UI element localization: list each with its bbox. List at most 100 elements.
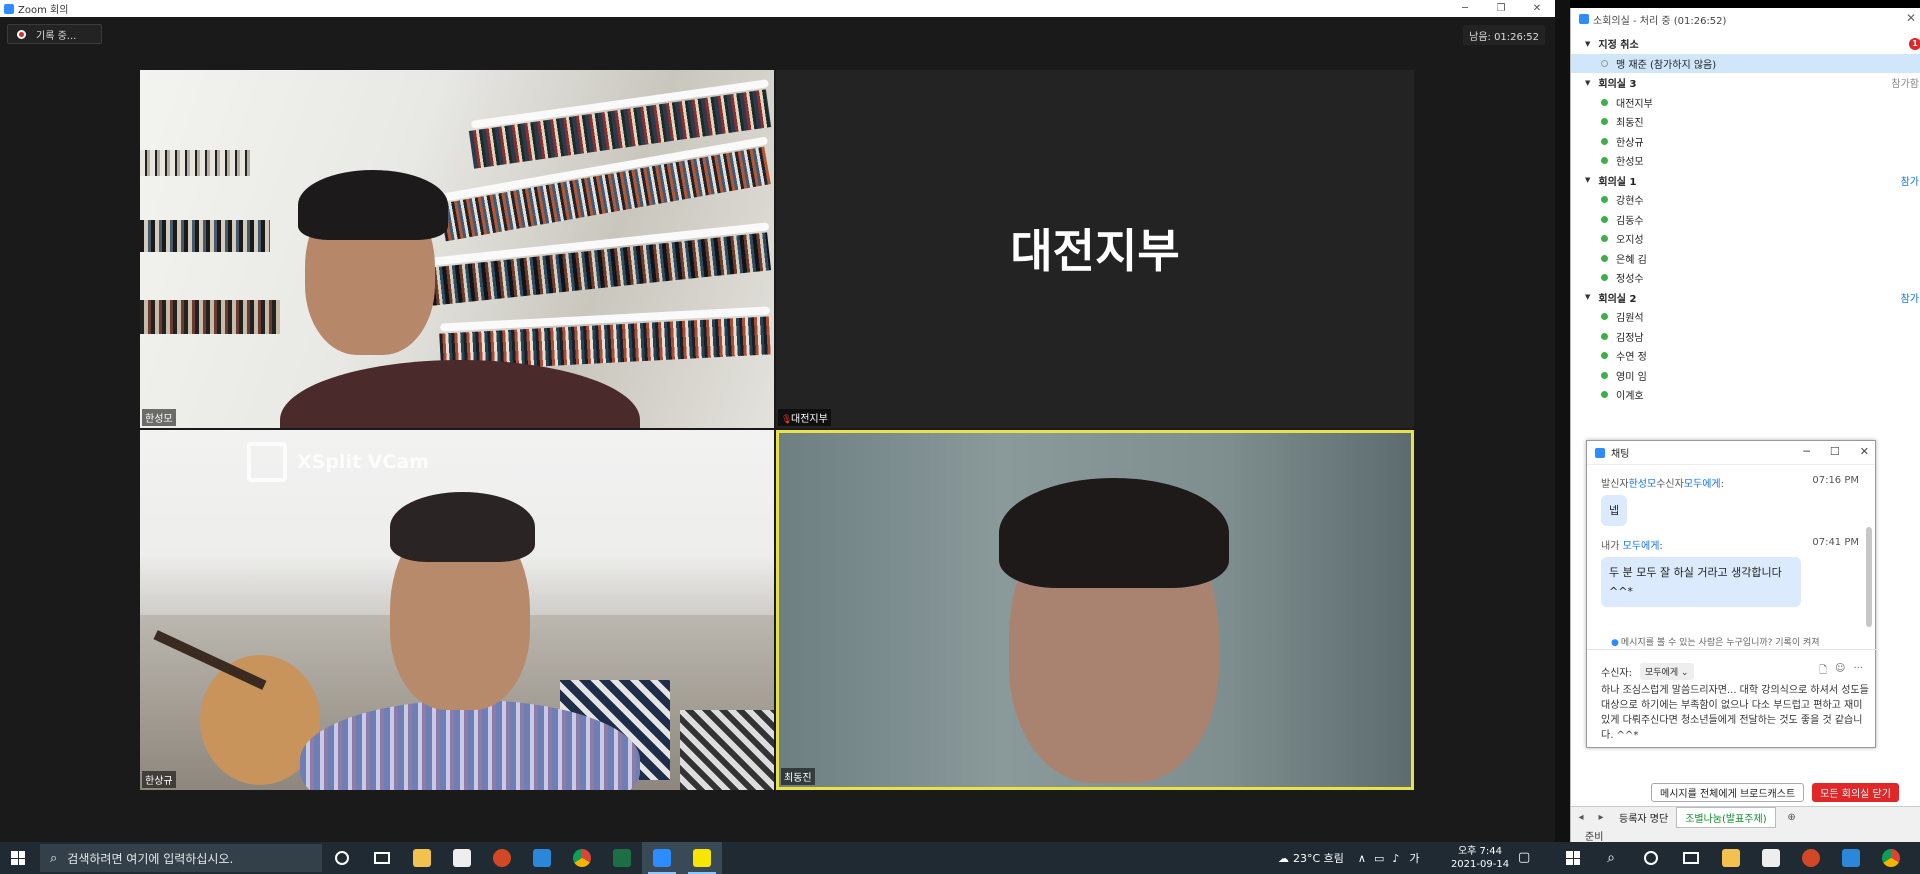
chat-scrollbar[interactable]	[1866, 527, 1872, 627]
joined-status-icon	[1601, 235, 1608, 243]
add-sheet-icon[interactable]: ⊕	[1782, 812, 1802, 823]
room-group-1[interactable]: ▼ 회의실 1 참가	[1571, 171, 1920, 191]
participant-row[interactable]: 은혜 김	[1571, 249, 1920, 269]
participant-name: 한상규	[1616, 137, 1644, 149]
participant-name: 한상규	[142, 771, 176, 788]
kakaotalk-icon[interactable]	[682, 842, 722, 874]
room-group-unassigned[interactable]: ▼ 지정 취소 1	[1571, 34, 1920, 54]
minimize-button[interactable]: ─	[1447, 0, 1483, 17]
video-tile[interactable]: 대전지부 🎙대전지부	[776, 70, 1414, 428]
participant-row[interactable]: 최동진	[1571, 112, 1920, 132]
join-room-link[interactable]: 참가	[1901, 173, 1919, 188]
books	[140, 220, 270, 252]
taskbar-search[interactable]: ⌕ 검색하려면 여기에 입력하십시오.	[40, 844, 322, 872]
file-icon[interactable]: 🗋	[1819, 663, 1827, 680]
participant-name: 오지성	[1616, 235, 1644, 247]
room-join-status: 참가함	[1891, 79, 1919, 91]
start-button[interactable]	[1555, 842, 1591, 874]
excel-icon[interactable]	[602, 842, 642, 874]
status-bar: 준비	[1571, 828, 1920, 843]
close-button[interactable]: ✕	[1519, 0, 1555, 17]
ime-indicator[interactable]: 가	[1409, 850, 1419, 866]
participant-name: 최동진	[1616, 118, 1644, 130]
restore-button[interactable]: ❐	[1483, 0, 1519, 17]
cortana-icon[interactable]	[1631, 842, 1671, 874]
recipient-name[interactable]: 모두에게	[1623, 541, 1660, 552]
file-explorer-icon[interactable]	[1711, 842, 1751, 874]
join-room-link[interactable]: 참가	[1901, 290, 1919, 305]
sender-prefix: 발신자	[1601, 479, 1629, 490]
chrome-icon[interactable]	[1871, 842, 1911, 874]
tab-next-icon[interactable]: ▸	[1591, 812, 1611, 823]
divider	[1587, 649, 1877, 650]
participant-row[interactable]: 맹 재준 (참가하지 않음)	[1571, 53, 1920, 73]
room-group-2[interactable]: ▼ 회의실 2 참가	[1571, 288, 1920, 308]
powerpoint-icon[interactable]	[482, 842, 522, 874]
participant-name: 김원석	[1616, 313, 1644, 325]
tab-group-sharing[interactable]: 조별나눔(발표주제)	[1676, 807, 1776, 828]
participant-row[interactable]: 수연 정	[1571, 346, 1920, 366]
volume-icon[interactable]: ♪	[1392, 852, 1399, 865]
participant-row[interactable]: 영미 임	[1571, 366, 1920, 386]
room-group-label: 지정 취소	[1598, 40, 1639, 52]
task-view-icon[interactable]	[1671, 842, 1711, 874]
participant-row[interactable]: 김원석	[1571, 307, 1920, 327]
chat-message-input[interactable]: 하나 조심스럽게 말씀드리자면... 대학 강의식으로 하셔서 성도들 대상으로…	[1601, 683, 1869, 743]
chrome-icon[interactable]	[562, 842, 602, 874]
close-all-rooms-button[interactable]: 모든 회의실 닫기	[1812, 783, 1899, 802]
visibility-notice[interactable]: ● 메시지를 볼 수 있는 사람은 누구입니까? 기록이 켜져	[1611, 635, 1871, 648]
app-icon[interactable]	[1831, 842, 1871, 874]
person-hair	[999, 478, 1229, 588]
store-icon[interactable]	[1751, 842, 1791, 874]
muted-mic-icon: 🎙	[781, 415, 793, 425]
weather-text[interactable]: 23°C 흐림	[1293, 850, 1344, 866]
participant-row[interactable]: 정성수	[1571, 268, 1920, 288]
video-tile[interactable]: 한성모	[140, 70, 774, 428]
participant-row[interactable]: 한성모	[1571, 151, 1920, 171]
minimize-icon[interactable]: ─	[1803, 445, 1810, 458]
participant-row[interactable]: 김동수	[1571, 210, 1920, 230]
emoji-icon[interactable]: ☺	[1835, 663, 1845, 680]
store-icon[interactable]	[442, 842, 482, 874]
tab-registrants[interactable]: 등록자 명단	[1611, 808, 1676, 827]
cortana-icon[interactable]	[322, 842, 362, 874]
participant-row[interactable]: 이계호	[1571, 385, 1920, 405]
active-speaker-tile[interactable]: 최동진	[776, 430, 1414, 790]
participant-row[interactable]: 김정남	[1571, 327, 1920, 347]
task-view-icon[interactable]	[362, 842, 402, 874]
network-icon[interactable]: ▭	[1374, 852, 1384, 865]
tab-prev-icon[interactable]: ◂	[1571, 812, 1591, 823]
zoom-icon[interactable]	[642, 842, 682, 874]
sender-prefix: 내가	[1601, 541, 1620, 552]
search-icon[interactable]: ⌕	[1591, 842, 1631, 874]
more-icon[interactable]: ···	[1853, 663, 1863, 680]
chevron-up-icon[interactable]: ∧	[1358, 852, 1366, 865]
start-button[interactable]	[0, 842, 36, 874]
powerpoint-icon[interactable]	[1791, 842, 1831, 874]
breakout-close-button[interactable]: ✕	[1906, 11, 1916, 25]
sender-name[interactable]: 한성모	[1629, 479, 1657, 490]
participant-row[interactable]: 대전지부	[1571, 93, 1920, 113]
participant-row[interactable]: 한상규	[1571, 132, 1920, 152]
file-explorer-icon[interactable]	[402, 842, 442, 874]
books	[140, 300, 280, 334]
room-group-3[interactable]: ▼ 회의실 3 참가함	[1571, 73, 1920, 93]
participant-name: 최동진	[781, 768, 815, 785]
recipient-dropdown[interactable]: 모두에게 ⌄	[1639, 663, 1694, 680]
clock[interactable]: 오후 7:44 2021-09-14	[1440, 845, 1520, 871]
joined-status-icon	[1601, 313, 1608, 321]
chat-messages: 발신자한성모수신자모두에게: 07:16 PM 넵 내가 모두에게: 07:41…	[1587, 465, 1865, 615]
broadcast-message-button[interactable]: 메시지를 전체에게 브로드캐스트	[1651, 783, 1805, 802]
app-icon[interactable]	[522, 842, 562, 874]
close-icon[interactable]: ✕	[1860, 445, 1869, 458]
recipient-name[interactable]: 모두에게	[1684, 479, 1721, 490]
video-tile[interactable]: XSplit VCam 한상규	[140, 430, 774, 790]
caret-down-icon: ▼	[1585, 293, 1591, 302]
participant-name: 한성모	[1616, 157, 1644, 169]
recording-indicator[interactable]: 기록 중...	[7, 24, 102, 44]
notification-icon[interactable]: ▢	[1518, 850, 1530, 865]
maximize-icon[interactable]: ☐	[1830, 445, 1840, 458]
participant-row[interactable]: 강현수	[1571, 190, 1920, 210]
recipient-prefix: 수신자	[1656, 479, 1684, 490]
participant-row[interactable]: 오지성	[1571, 229, 1920, 249]
